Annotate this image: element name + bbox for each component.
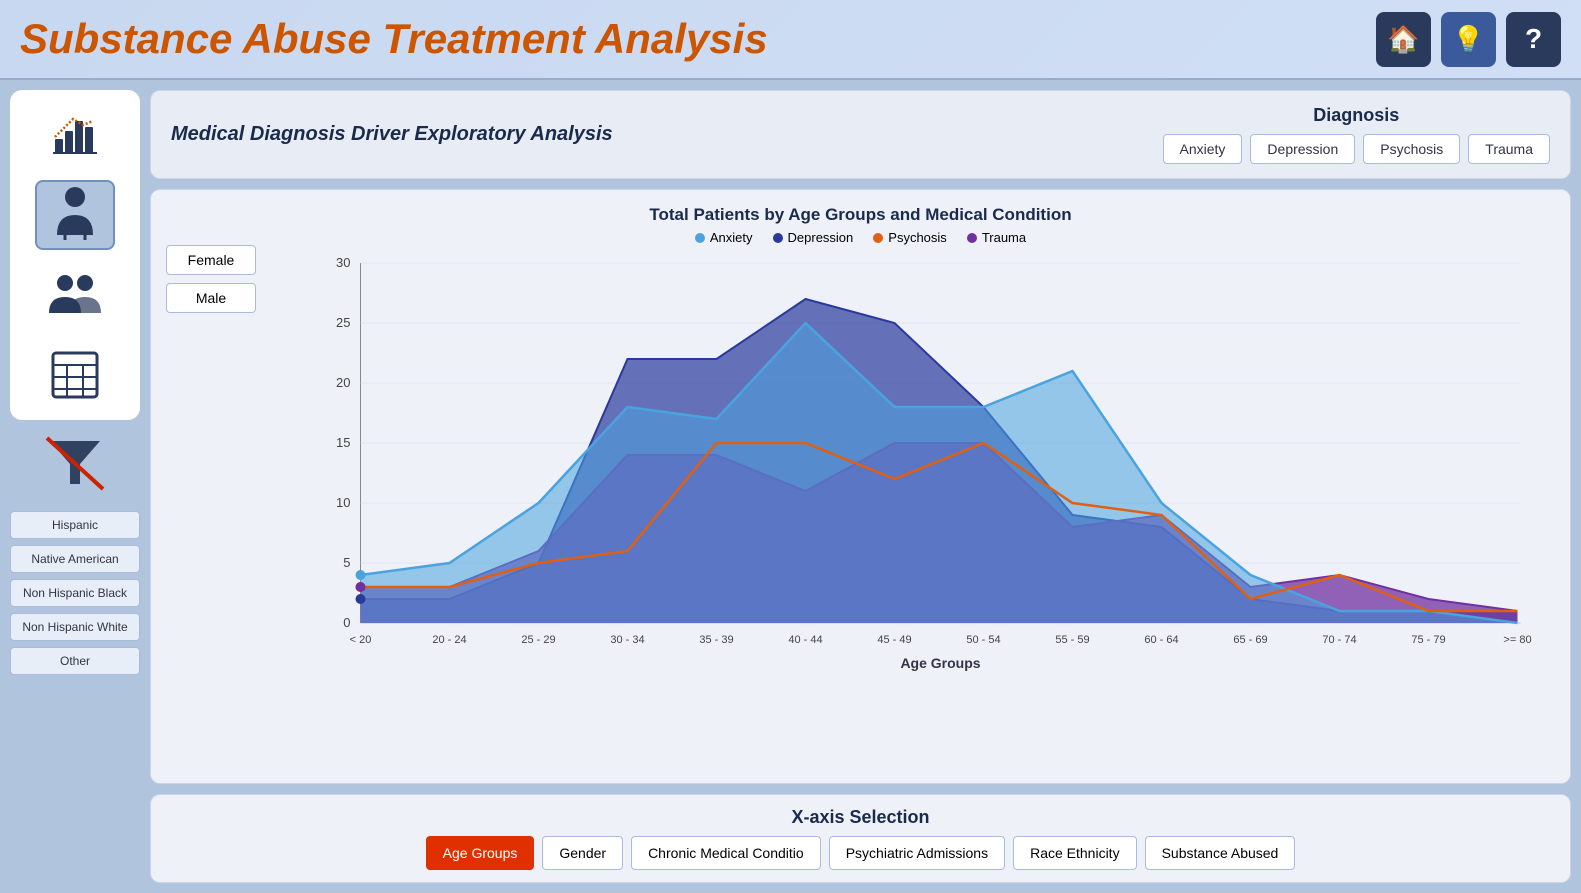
svg-text:40 - 44: 40 - 44 <box>788 634 822 646</box>
main-layout: Hispanic Native American Non Hispanic Bl… <box>0 80 1581 893</box>
header-icon-group: 🏠 💡 ? <box>1376 12 1561 67</box>
sidebar-nav <box>10 90 140 420</box>
anxiety-button[interactable]: Anxiety <box>1163 134 1243 164</box>
svg-text:60 - 64: 60 - 64 <box>1144 634 1178 646</box>
diagnosis-right: Diagnosis Anxiety Depression Psychosis T… <box>1163 105 1551 164</box>
svg-text:10: 10 <box>336 495 350 510</box>
native-american-filter[interactable]: Native American <box>10 545 140 573</box>
chart-svg: 0 5 10 15 20 25 30 < 20 <box>276 253 1555 673</box>
trauma-dot <box>967 233 977 243</box>
app-title: Substance Abuse Treatment Analysis <box>20 15 768 63</box>
no-filter-button[interactable] <box>10 428 140 499</box>
diagnosis-panel: Medical Diagnosis Driver Exploratory Ana… <box>150 90 1571 179</box>
psychosis-button[interactable]: Psychosis <box>1363 134 1460 164</box>
non-hispanic-white-filter[interactable]: Non Hispanic White <box>10 613 140 641</box>
svg-text:15: 15 <box>336 435 350 450</box>
hispanic-filter[interactable]: Hispanic <box>10 511 140 539</box>
psychosis-label: Psychosis <box>888 230 947 245</box>
svg-text:30: 30 <box>336 255 350 270</box>
svg-text:5: 5 <box>343 555 350 570</box>
svg-text:35 - 39: 35 - 39 <box>699 634 733 646</box>
xaxis-gender[interactable]: Gender <box>542 836 623 870</box>
svg-text:25: 25 <box>336 315 350 330</box>
anxiety-dot <box>695 233 705 243</box>
female-button[interactable]: Female <box>166 245 256 275</box>
content-area: Medical Diagnosis Driver Exploratory Ana… <box>150 90 1571 883</box>
svg-text:20 - 24: 20 - 24 <box>432 634 466 646</box>
diagnosis-button-group: Anxiety Depression Psychosis Trauma <box>1163 134 1551 164</box>
header: Substance Abuse Treatment Analysis 🏠 💡 ? <box>0 0 1581 80</box>
svg-text:25 - 29: 25 - 29 <box>521 634 555 646</box>
trauma-button[interactable]: Trauma <box>1468 134 1550 164</box>
depression-button[interactable]: Depression <box>1250 134 1355 164</box>
sidebar-group[interactable] <box>35 260 115 330</box>
chart-legend: Anxiety Depression Psychosis Trauma <box>166 230 1555 245</box>
other-filter[interactable]: Other <box>10 647 140 675</box>
legend-depression: Depression <box>773 230 854 245</box>
svg-text:>= 80: >= 80 <box>1503 634 1531 646</box>
sidebar-bar-chart[interactable] <box>35 100 115 170</box>
sidebar: Hispanic Native American Non Hispanic Bl… <box>10 90 140 883</box>
depression-label: Depression <box>788 230 854 245</box>
svg-text:< 20: < 20 <box>350 634 372 646</box>
anxiety-label: Anxiety <box>710 230 753 245</box>
psychosis-dot <box>873 233 883 243</box>
xaxis-panel: X-axis Selection Age Groups Gender Chron… <box>150 794 1571 883</box>
svg-text:20: 20 <box>336 375 350 390</box>
legend-anxiety: Anxiety <box>695 230 753 245</box>
sidebar-person[interactable] <box>35 180 115 250</box>
analysis-subtitle: Medical Diagnosis Driver Exploratory Ana… <box>171 123 1163 146</box>
trauma-label: Trauma <box>982 230 1026 245</box>
legend-psychosis: Psychosis <box>873 230 947 245</box>
diagnosis-label: Diagnosis <box>1313 105 1399 126</box>
chart-svg-container: 0 5 10 15 20 25 30 < 20 <box>276 253 1555 673</box>
svg-text:50 - 54: 50 - 54 <box>966 634 1000 646</box>
svg-text:0: 0 <box>343 615 350 630</box>
svg-text:65 - 69: 65 - 69 <box>1233 634 1267 646</box>
xaxis-race[interactable]: Race Ethnicity <box>1013 836 1136 870</box>
xaxis-button-group: Age Groups Gender Chronic Medical Condit… <box>171 836 1550 870</box>
help-button[interactable]: ? <box>1506 12 1561 67</box>
svg-text:45 - 49: 45 - 49 <box>877 634 911 646</box>
chart-panel: Female Male Total Patients by Age Groups… <box>150 189 1571 784</box>
xaxis-title: X-axis Selection <box>171 807 1550 828</box>
svg-text:75 - 79: 75 - 79 <box>1411 634 1445 646</box>
depression-dot <box>773 233 783 243</box>
xaxis-psychiatric[interactable]: Psychiatric Admissions <box>829 836 1005 870</box>
male-button[interactable]: Male <box>166 283 256 313</box>
chart-title: Total Patients by Age Groups and Medical… <box>166 205 1555 225</box>
race-filter-group: Hispanic Native American Non Hispanic Bl… <box>10 511 140 675</box>
xaxis-age-groups[interactable]: Age Groups <box>426 836 535 870</box>
sidebar-table[interactable] <box>35 340 115 410</box>
svg-text:70 - 74: 70 - 74 <box>1322 634 1356 646</box>
home-button[interactable]: 🏠 <box>1376 12 1431 67</box>
xaxis-chronic[interactable]: Chronic Medical Conditio <box>631 836 821 870</box>
legend-trauma: Trauma <box>967 230 1026 245</box>
gender-filter-group: Female Male <box>166 245 256 313</box>
xaxis-substance[interactable]: Substance Abused <box>1145 836 1296 870</box>
diagnosis-title-section: Medical Diagnosis Driver Exploratory Ana… <box>171 123 1163 146</box>
svg-text:Age Groups: Age Groups <box>900 655 980 671</box>
svg-text:55 - 59: 55 - 59 <box>1055 634 1089 646</box>
svg-text:30 - 34: 30 - 34 <box>610 634 644 646</box>
lightbulb-button[interactable]: 💡 <box>1441 12 1496 67</box>
non-hispanic-black-filter[interactable]: Non Hispanic Black <box>10 579 140 607</box>
